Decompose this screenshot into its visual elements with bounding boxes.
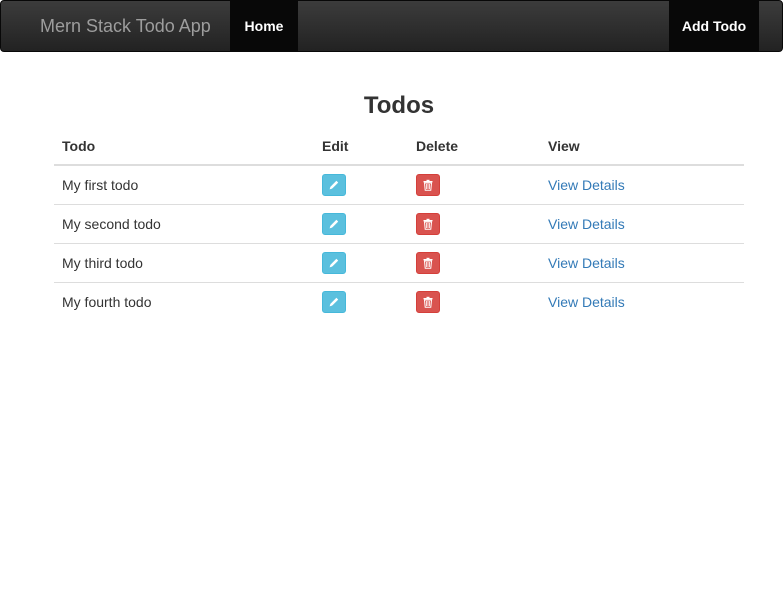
- todo-text: My second todo: [54, 204, 314, 244]
- pencil-icon: [329, 297, 339, 307]
- todo-text: My fourth todo: [54, 282, 314, 321]
- delete-button[interactable]: [416, 174, 440, 196]
- view-details-link[interactable]: View Details: [548, 294, 625, 310]
- edit-button[interactable]: [322, 291, 346, 313]
- edit-cell: [314, 243, 408, 283]
- view-cell: View Details: [540, 165, 744, 205]
- header-edit: Edit: [314, 127, 408, 166]
- delete-cell: [408, 282, 540, 321]
- trash-icon: [423, 218, 433, 230]
- table-row: My first todo View Details: [54, 165, 744, 205]
- table-header-row: Todo Edit Delete View: [54, 127, 744, 166]
- trash-icon: [423, 257, 433, 269]
- delete-cell: [408, 243, 540, 283]
- pencil-icon: [329, 258, 339, 268]
- view-details-link[interactable]: View Details: [548, 177, 625, 193]
- edit-button[interactable]: [322, 174, 346, 196]
- header-delete: Delete: [408, 127, 540, 166]
- navbar: Mern Stack Todo App Home Add Todo: [0, 0, 783, 52]
- view-cell: View Details: [540, 282, 744, 321]
- todo-text: My first todo: [62, 177, 139, 193]
- edit-cell: [314, 165, 408, 205]
- delete-button[interactable]: [416, 291, 440, 313]
- nav-home-link[interactable]: Home: [230, 1, 298, 51]
- trash-icon: [423, 179, 433, 191]
- edit-cell: [314, 282, 408, 321]
- trash-icon: [423, 296, 433, 308]
- edit-button[interactable]: [322, 252, 346, 274]
- page-title: Todos: [363, 92, 435, 119]
- header-todo: Todo: [54, 127, 314, 166]
- table-row: My third todo View Details: [54, 243, 744, 283]
- view-cell: View Details: [540, 204, 744, 244]
- brand-link[interactable]: Mern Stack Todo App: [40, 1, 211, 51]
- table-row: My second todo View Details: [54, 204, 744, 244]
- view-details-link[interactable]: View Details: [548, 255, 625, 271]
- pencil-icon: [329, 180, 339, 190]
- delete-button[interactable]: [416, 252, 440, 274]
- delete-cell: [408, 204, 540, 244]
- edit-button[interactable]: [322, 213, 346, 235]
- todos-table: Todo Edit Delete View My first todo View…: [54, 127, 744, 321]
- nav-add-todo-link[interactable]: Add Todo: [669, 1, 759, 51]
- pencil-icon: [329, 219, 339, 229]
- edit-cell: [314, 204, 408, 244]
- delete-cell: [408, 165, 540, 205]
- view-details-link[interactable]: View Details: [548, 216, 625, 232]
- todo-text: My third todo: [54, 243, 314, 283]
- table-row: My fourth todo View Details: [54, 282, 744, 321]
- delete-button[interactable]: [416, 213, 440, 235]
- view-cell: View Details: [540, 243, 744, 283]
- header-view: View: [540, 127, 744, 166]
